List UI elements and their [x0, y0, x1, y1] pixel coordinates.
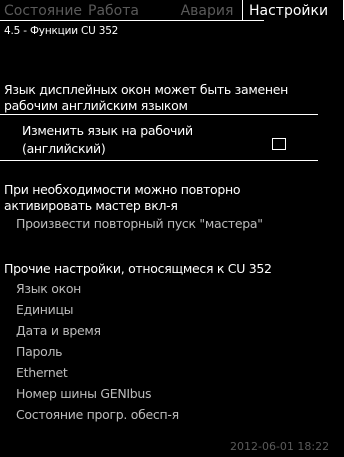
language-notice-line1: Язык дисплейных окон может быть заменен	[4, 82, 288, 97]
tab-bar: Состояние Работа Авария Настройки	[0, 0, 344, 20]
tab-operation[interactable]: Работа	[84, 0, 172, 20]
change-language-label-line2[interactable]: (английский)	[22, 141, 106, 156]
breadcrumb: 4.5 - Функции CU 352	[4, 25, 119, 37]
language-notice-line2: рабочим английским языком	[4, 98, 188, 113]
wizard-info-line2: активировать мастер вкл-я	[4, 198, 178, 213]
change-language-checkbox[interactable]	[272, 138, 286, 150]
menu-item-date-time[interactable]: Дата и время	[16, 323, 101, 338]
tab-settings[interactable]: Настройки	[242, 0, 344, 20]
tab-alarm[interactable]: Авария	[172, 0, 242, 20]
menu-item-units[interactable]: Единицы	[16, 302, 74, 317]
menu-item-ethernet[interactable]: Ethernet	[16, 365, 68, 380]
other-settings-heading: Прочие настройки, относящмеся к CU 352	[4, 261, 272, 276]
tab-status[interactable]: Состояние	[0, 0, 84, 20]
divider	[0, 114, 318, 115]
wizard-info-line1: При необходимости можно повторно	[4, 182, 241, 197]
menu-item-display-language[interactable]: Язык окон	[16, 281, 81, 296]
tab-underline	[0, 20, 264, 21]
menu-item-password[interactable]: Пароль	[16, 344, 63, 359]
menu-item-software-status[interactable]: Состояние прогр. обесп-я	[16, 407, 179, 422]
status-timestamp: 2012-06-01 18:22	[230, 440, 330, 453]
restart-wizard-item[interactable]: Произвести повторный пуск "мастера"	[16, 216, 263, 231]
divider	[0, 160, 318, 161]
change-language-label-line1[interactable]: Изменить язык на рабочий	[22, 123, 193, 138]
menu-item-genibus-number[interactable]: Номер шины GENIbus	[16, 386, 152, 401]
